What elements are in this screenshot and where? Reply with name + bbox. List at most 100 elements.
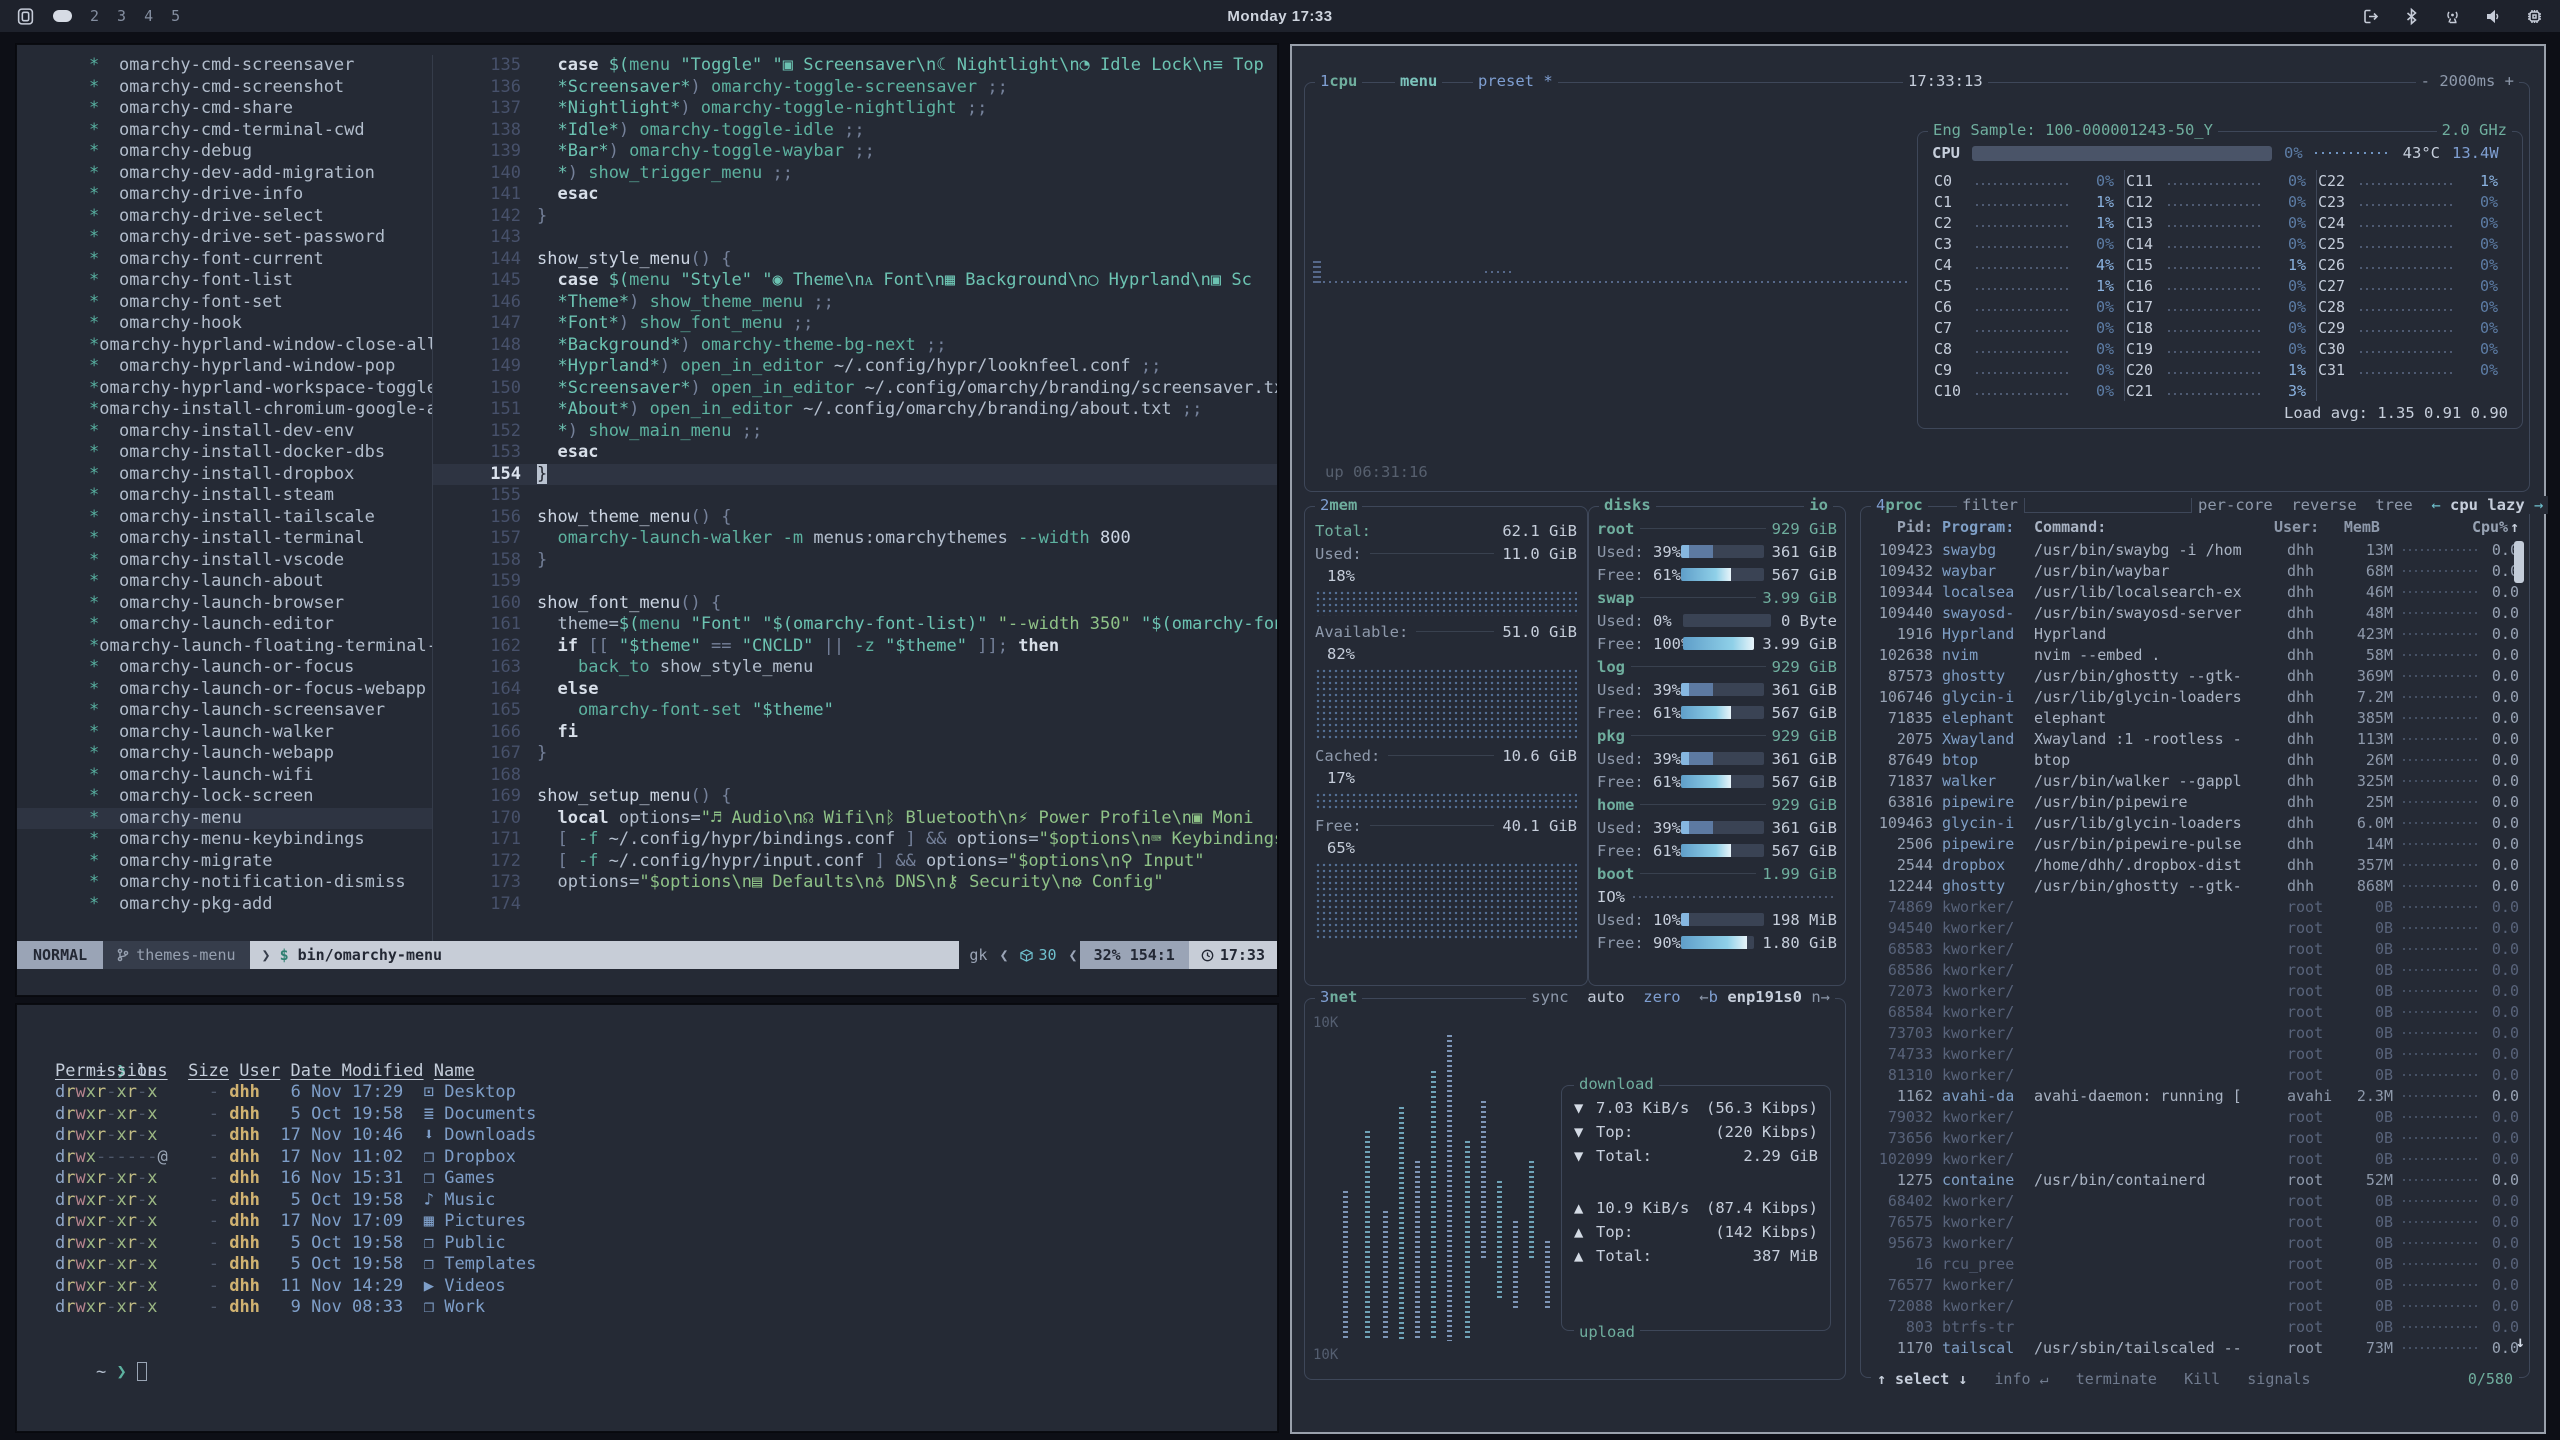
network-icon[interactable] — [2443, 7, 2462, 26]
terminate-button[interactable]: terminate — [2076, 1370, 2157, 1388]
process-row[interactable]: 71837walker/usr/bin/walker --gappldhh325… — [1861, 770, 2529, 791]
file-list-item[interactable]: * omarchy-hook — [17, 313, 432, 335]
file-list-item[interactable]: * omarchy-drive-info — [17, 184, 432, 206]
process-row[interactable]: 73656kworker/root0B0.0 — [1861, 1127, 2529, 1148]
btop-window[interactable]: 1cpu menu preset * 17:33:13 - 2000ms + u… — [1290, 44, 2546, 1434]
workspace-4[interactable]: 4 — [144, 7, 153, 25]
process-row[interactable]: 68583kworker/root0B0.0 — [1861, 938, 2529, 959]
file-list-item[interactable]: * omarchy-pkg-add — [17, 894, 432, 916]
code-line[interactable]: 144 show_style_menu() { — [433, 249, 1277, 271]
process-row[interactable]: 71835elephantelephantdhh385M0.0 — [1861, 707, 2529, 728]
file-list-item[interactable]: * omarchy-launch-or-focus — [17, 657, 432, 679]
interval-minus-button[interactable]: - — [2421, 72, 2430, 90]
process-row[interactable]: 68586kworker/root0B0.0 — [1861, 959, 2529, 980]
code-line[interactable]: 151 *About*) open_in_editor ~/.config/om… — [433, 399, 1277, 421]
process-row[interactable]: 2544dropbox/home/dhh/.dropbox-distdhh357… — [1861, 854, 2529, 875]
file-list-item[interactable]: * omarchy-launch-or-focus-webapp — [17, 679, 432, 701]
file-list-item[interactable]: * omarchy-launch-about — [17, 571, 432, 593]
code-line[interactable]: 165 omarchy-font-set "$theme" — [433, 700, 1277, 722]
select-button[interactable]: ↑ select ↓ — [1877, 1370, 1967, 1388]
process-table-header[interactable]: Pid: Program: Command: User: MemB Cpu% ↑ — [1861, 515, 2529, 539]
code-line[interactable]: 140 *) show_trigger_menu ;; — [433, 163, 1277, 185]
network-panel-title[interactable]: 3net — [1315, 988, 1362, 1006]
per-core-button[interactable]: per-core — [2198, 496, 2273, 514]
workspace-1-active[interactable] — [53, 10, 72, 22]
process-row[interactable]: 102638nvimnvim --embed .dhh58M0.0 — [1861, 644, 2529, 665]
file-list-item[interactable]: * omarchy-launch-wifi — [17, 765, 432, 787]
reverse-button[interactable]: reverse — [2291, 496, 2356, 514]
code-line[interactable]: 171 [ -f ~/.config/hypr/bindings.conf ] … — [433, 829, 1277, 851]
workspace-3[interactable]: 3 — [117, 7, 126, 25]
workspace-2[interactable]: 2 — [90, 7, 99, 25]
process-panel-title[interactable]: 4proc — [1871, 496, 1928, 514]
file-list-item[interactable]: * omarchy-install-dropbox — [17, 464, 432, 486]
code-line[interactable]: 167 } — [433, 743, 1277, 765]
omarchy-logo-icon[interactable] — [16, 7, 35, 26]
code-pane[interactable]: 135 case $(menu "Toggle" "▣ Screensaver\… — [433, 55, 1277, 941]
code-line[interactable]: 148 *Background*) omarchy-theme-bg-next … — [433, 335, 1277, 357]
process-row[interactable]: 16rcu_preeroot0B0.0 — [1861, 1253, 2529, 1274]
code-line[interactable]: 156 show_theme_menu() { — [433, 507, 1277, 529]
file-list-item[interactable]: * omarchy-cmd-screenshot — [17, 77, 432, 99]
sort-next-button[interactable]: → — [2534, 496, 2543, 514]
process-row[interactable]: 81310kworker/root0B0.0 — [1861, 1064, 2529, 1085]
file-list-item[interactable]: * omarchy-install-vscode — [17, 550, 432, 572]
file-list-item[interactable]: * omarchy-cmd-screensaver — [17, 55, 432, 77]
code-line[interactable]: 153 esac — [433, 442, 1277, 464]
file-list-item[interactable]: * omarchy-debug — [17, 141, 432, 163]
code-line[interactable]: 138 *Idle*) omarchy-toggle-idle ;; — [433, 120, 1277, 142]
code-line[interactable]: 173 options="$options\n▤ Defaults\n♁ DNS… — [433, 872, 1277, 894]
filter-input[interactable] — [2024, 498, 2192, 513]
net-sync-button[interactable]: sync — [1531, 988, 1568, 1006]
logout-icon[interactable] — [2361, 7, 2380, 26]
process-row[interactable]: 106746glycin-i/usr/lib/glycin-loadersdhh… — [1861, 686, 2529, 707]
file-list-item[interactable]: * omarchy-hyprland-workspace-toggle — [17, 378, 432, 400]
code-line[interactable]: 152 *) show_main_menu ;; — [433, 421, 1277, 443]
code-line[interactable]: 172 [ -f ~/.config/hypr/input.conf ] && … — [433, 851, 1277, 873]
code-line[interactable]: 161 theme=$(menu "Font" "$(omarchy-font-… — [433, 614, 1277, 636]
process-row[interactable]: 109432waybar/usr/bin/waybardhh68M0.0 — [1861, 560, 2529, 581]
file-list-item[interactable]: * omarchy-install-tailscale — [17, 507, 432, 529]
tree-button[interactable]: tree — [2375, 496, 2412, 514]
code-line[interactable]: 142 } — [433, 206, 1277, 228]
file-list-item[interactable]: * omarchy-menu — [17, 808, 432, 830]
file-list-item[interactable]: * omarchy-font-set — [17, 292, 432, 314]
process-row[interactable]: 76575kworker/root0B0.0 — [1861, 1211, 2529, 1232]
file-list-item[interactable]: * omarchy-dev-add-migration — [17, 163, 432, 185]
process-row[interactable]: 2506pipewire/usr/bin/pipewire-pulsedhh14… — [1861, 833, 2529, 854]
net-auto-button[interactable]: auto — [1587, 988, 1624, 1006]
file-list-item[interactable]: * omarchy-launch-webapp — [17, 743, 432, 765]
process-row[interactable]: 72088kworker/root0B0.0 — [1861, 1295, 2529, 1316]
code-line[interactable]: 145 case $(menu "Style" "◉ Theme\nᴀ Font… — [433, 270, 1277, 292]
file-list-item[interactable]: * omarchy-drive-set-password — [17, 227, 432, 249]
volume-icon[interactable] — [2484, 7, 2503, 26]
file-list-item[interactable]: * omarchy-install-docker-dbs — [17, 442, 432, 464]
code-line[interactable]: 136 *Screensaver*) omarchy-toggle-screen… — [433, 77, 1277, 99]
kill-button[interactable]: Kill — [2184, 1370, 2220, 1388]
cpu-chip-icon[interactable] — [2525, 7, 2544, 26]
code-line[interactable]: 159 — [433, 571, 1277, 593]
process-row[interactable]: 1275containe/usr/bin/containerdroot52M0.… — [1861, 1169, 2529, 1190]
signals-button[interactable]: signals — [2247, 1370, 2310, 1388]
code-line[interactable]: 141 esac — [433, 184, 1277, 206]
code-line[interactable]: 155 — [433, 485, 1277, 507]
process-row[interactable]: 87573ghostty/usr/bin/ghostty --gtk-dhh36… — [1861, 665, 2529, 686]
net-zero-button[interactable]: zero — [1643, 988, 1680, 1006]
memory-panel-title[interactable]: 2mem — [1315, 496, 1362, 514]
process-row[interactable]: 72073kworker/root0B0.0 — [1861, 980, 2529, 1001]
file-explorer-pane[interactable]: * omarchy-cmd-screensaver * omarchy-cmd-… — [17, 55, 433, 941]
process-row[interactable]: 109463glycin-i/usr/lib/glycin-loadersdhh… — [1861, 812, 2529, 833]
code-line[interactable]: 139 *Bar*) omarchy-toggle-waybar ;; — [433, 141, 1277, 163]
code-line[interactable]: 166 fi — [433, 722, 1277, 744]
code-line[interactable]: 169 show_setup_menu() { — [433, 786, 1277, 808]
code-line[interactable]: 146 *Theme*) show_theme_menu ;; — [433, 292, 1277, 314]
file-list-item[interactable]: * omarchy-menu-keybindings — [17, 829, 432, 851]
code-line[interactable]: 150 *Screensaver*) open_in_editor ~/.con… — [433, 378, 1277, 400]
file-list-item[interactable]: * omarchy-launch-floating-terminal- — [17, 636, 432, 658]
info-button[interactable]: info ↵ — [1994, 1370, 2048, 1388]
process-row[interactable]: 68402kworker/root0B0.0 — [1861, 1190, 2529, 1211]
terminal-window[interactable]: ~ ❯ ls Permissions Size User Date Modifi… — [16, 1004, 1278, 1432]
preset-button[interactable]: preset * — [1473, 72, 1558, 90]
file-list-item[interactable]: * omarchy-cmd-terminal-cwd — [17, 120, 432, 142]
process-row[interactable]: 87649btopbtopdhh26M0.0 — [1861, 749, 2529, 770]
